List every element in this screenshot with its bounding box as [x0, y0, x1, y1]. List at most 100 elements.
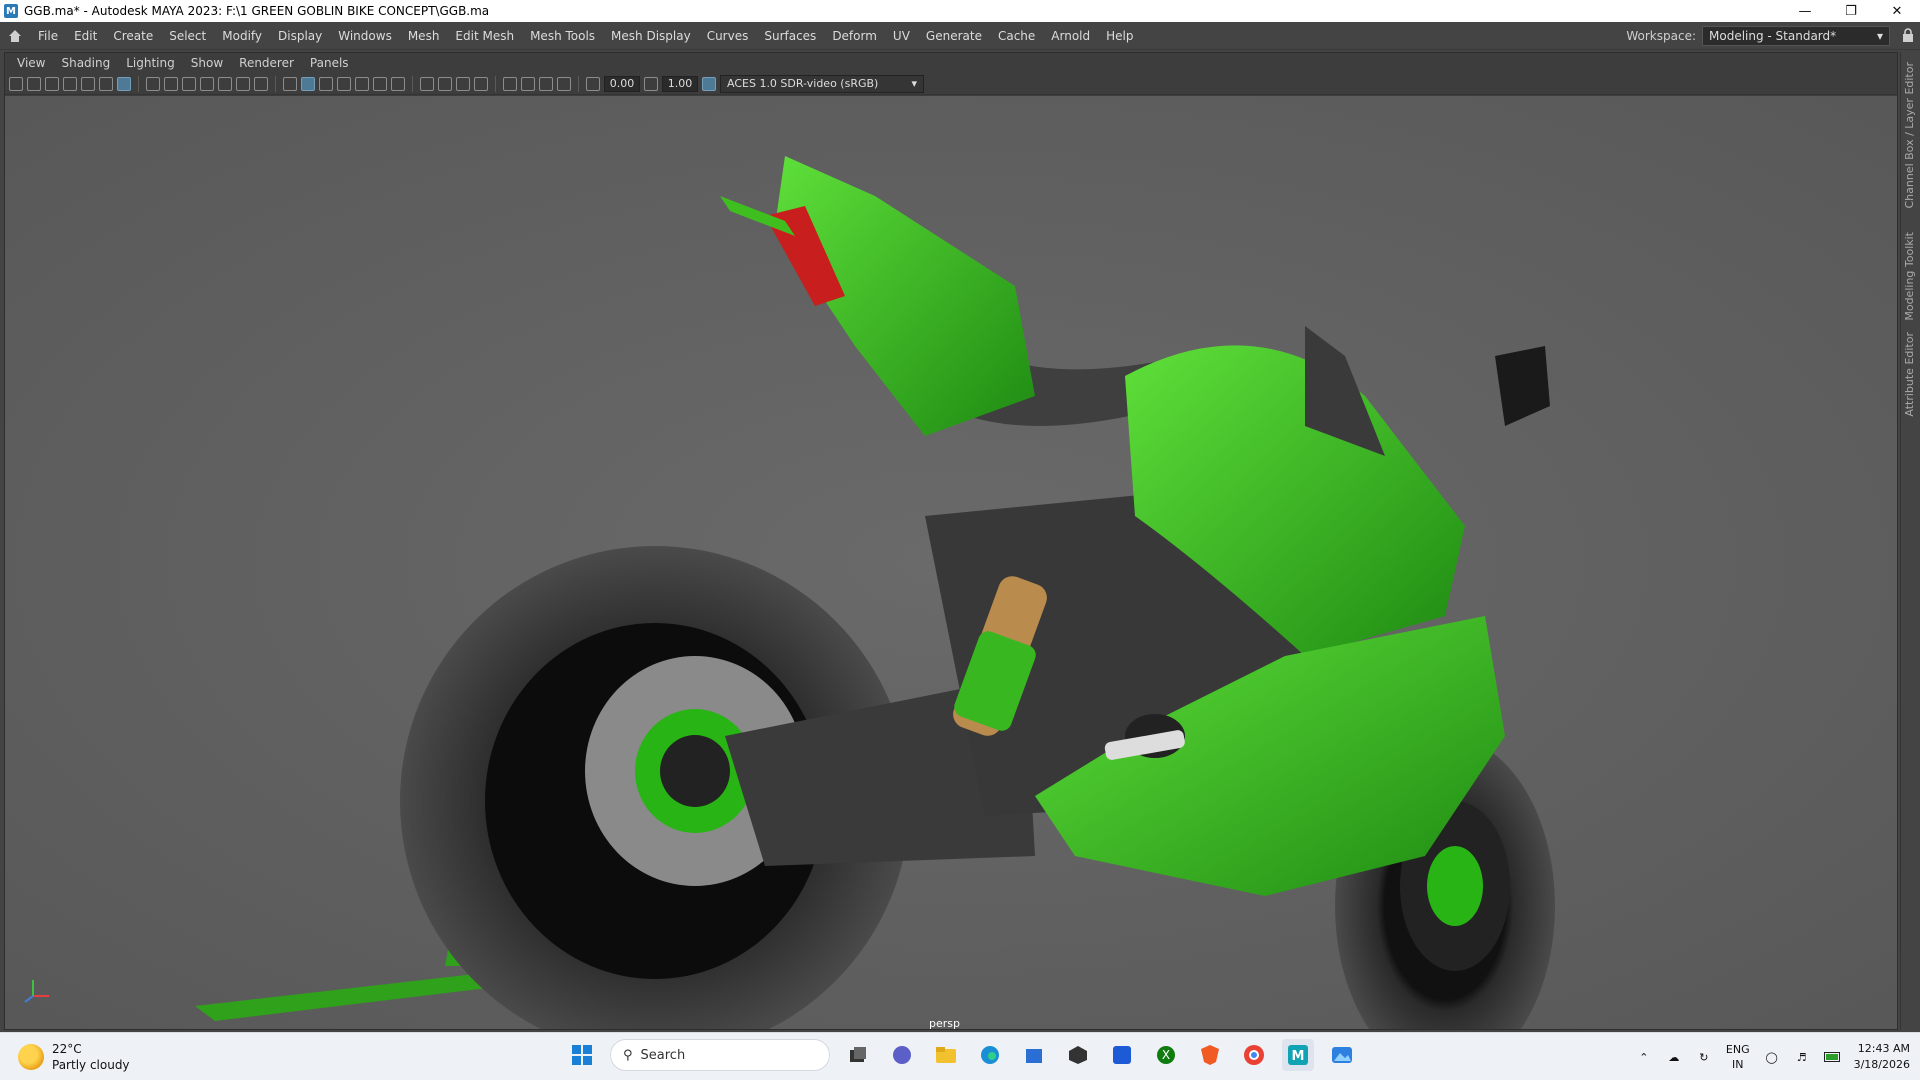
panel-menu-renderer[interactable]: Renderer [231, 56, 302, 70]
network-globe-icon[interactable]: ◯ [1764, 1049, 1780, 1065]
taskbar-search[interactable]: ⚲ Search [610, 1039, 830, 1071]
bookmark-icon[interactable] [63, 76, 77, 91]
menu-modify[interactable]: Modify [214, 22, 270, 50]
default-lighting-icon[interactable] [319, 76, 333, 91]
microsoft-store-icon[interactable] [1018, 1039, 1050, 1071]
ambient-occlusion-icon[interactable] [420, 76, 434, 91]
menu-mesh[interactable]: Mesh [400, 22, 448, 50]
title-bar: M GGB.ma* - Autodesk MAYA 2023: F:\1 GRE… [0, 0, 1920, 22]
safe-action-icon[interactable] [236, 76, 250, 91]
restore-icon[interactable]: ❐ [1828, 0, 1874, 22]
grease-pencil-icon[interactable] [117, 76, 131, 91]
photos-app-icon[interactable] [1326, 1039, 1358, 1071]
workspace-dropdown[interactable]: Modeling - Standard* ▾ [1702, 25, 1890, 46]
menu-edit[interactable]: Edit [66, 22, 105, 50]
menu-windows[interactable]: Windows [330, 22, 400, 50]
battery-icon[interactable] [1823, 1049, 1840, 1065]
gamma-field[interactable]: 1.00 [662, 75, 698, 92]
isolate-select-icon[interactable] [503, 76, 517, 91]
lock-icon[interactable] [1902, 28, 1914, 42]
panel-menu-lighting[interactable]: Lighting [118, 56, 183, 70]
3d-viewport[interactable] [5, 96, 1897, 1029]
menu-uv[interactable]: UV [885, 22, 918, 50]
camera-label: persp [929, 1017, 960, 1030]
maya-taskbar-icon[interactable]: M [1282, 1039, 1314, 1071]
select-camera-icon[interactable] [9, 76, 23, 91]
depth-of-field-icon[interactable] [474, 76, 488, 91]
color-management-icon[interactable] [702, 76, 716, 91]
anti-aliasing-icon[interactable] [456, 76, 470, 91]
film-gate-icon[interactable] [164, 76, 178, 91]
exposure-icon[interactable] [586, 76, 600, 91]
panel-menu-shading[interactable]: Shading [53, 56, 118, 70]
menu-file[interactable]: File [30, 22, 66, 50]
cloud-offline-icon[interactable]: ☁ [1666, 1049, 1682, 1065]
use-all-lights-icon[interactable] [373, 76, 387, 91]
textured-icon[interactable] [355, 76, 369, 91]
menu-cache[interactable]: Cache [990, 22, 1043, 50]
unity-icon[interactable] [1062, 1039, 1094, 1071]
resolution-gate-icon[interactable] [182, 76, 196, 91]
search-icon: ⚲ [623, 1047, 633, 1063]
image-plane-icon[interactable] [81, 76, 95, 91]
minimize-icon[interactable]: — [1782, 0, 1828, 22]
clock[interactable]: 12:43 AM 3/18/2026 [1854, 1041, 1910, 1073]
menu-display[interactable]: Display [270, 22, 330, 50]
xray-joints-icon[interactable] [539, 76, 553, 91]
xbox-icon[interactable]: X [1150, 1039, 1182, 1071]
menu-deform[interactable]: Deform [824, 22, 885, 50]
file-explorer-icon[interactable] [930, 1039, 962, 1071]
windows-start-icon[interactable] [566, 1039, 598, 1071]
volume-icon[interactable]: ♬ [1794, 1049, 1810, 1065]
exposure-field[interactable]: 0.00 [604, 75, 640, 92]
menu-edit-mesh[interactable]: Edit Mesh [447, 22, 522, 50]
gamma-icon[interactable] [644, 76, 658, 91]
menu-mesh-display[interactable]: Mesh Display [603, 22, 699, 50]
motion-blur-icon[interactable] [438, 76, 452, 91]
menu-help[interactable]: Help [1098, 22, 1141, 50]
backface-culling-icon[interactable] [557, 76, 571, 91]
gate-mask-icon[interactable] [200, 76, 214, 91]
chrome-browser-icon[interactable] [1238, 1039, 1270, 1071]
panel-menu-view[interactable]: View [9, 56, 53, 70]
tab-modeling-toolkit[interactable]: Modeling Toolkit [1903, 232, 1916, 321]
brave-browser-icon[interactable] [1194, 1039, 1226, 1071]
close-icon[interactable]: ✕ [1874, 0, 1920, 22]
weather-widget[interactable]: 22°C Partly cloudy [18, 1041, 130, 1073]
wireframe-on-shaded-icon[interactable] [337, 76, 351, 91]
edge-browser-icon[interactable] [974, 1039, 1006, 1071]
grid-icon[interactable] [146, 76, 160, 91]
smooth-shade-icon[interactable] [301, 76, 315, 91]
lock-camera-icon[interactable] [27, 76, 41, 91]
task-view-icon[interactable] [842, 1039, 874, 1071]
tab-attribute-editor[interactable]: Attribute Editor [1903, 332, 1916, 417]
language-indicator[interactable]: ENG IN [1726, 1042, 1750, 1072]
menu-surfaces[interactable]: Surfaces [756, 22, 824, 50]
color-space-value: ACES 1.0 SDR-video (sRGB) [727, 77, 879, 90]
menu-arnold[interactable]: Arnold [1043, 22, 1098, 50]
two-d-pan-zoom-icon[interactable] [99, 76, 113, 91]
xray-icon[interactable] [521, 76, 535, 91]
panel-menu-show[interactable]: Show [183, 56, 231, 70]
menu-create[interactable]: Create [105, 22, 161, 50]
teams-icon[interactable] [886, 1039, 918, 1071]
chevron-up-icon[interactable]: ⌃ [1636, 1049, 1652, 1065]
safe-title-icon[interactable] [254, 76, 268, 91]
menu-curves[interactable]: Curves [699, 22, 757, 50]
home-icon[interactable] [0, 22, 30, 50]
sync-icon[interactable]: ↻ [1696, 1049, 1712, 1065]
field-chart-icon[interactable] [218, 76, 232, 91]
menu-generate[interactable]: Generate [918, 22, 990, 50]
design-app-icon[interactable] [1106, 1039, 1138, 1071]
menu-select[interactable]: Select [161, 22, 214, 50]
menu-mesh-tools[interactable]: Mesh Tools [522, 22, 603, 50]
shadows-icon[interactable] [391, 76, 405, 91]
toolbar-divider [495, 75, 496, 92]
color-space-dropdown[interactable]: ACES 1.0 SDR-video (sRGB) ▾ [720, 74, 924, 93]
language-code: ENG [1725, 1043, 1750, 1056]
tab-channel-box[interactable]: Channel Box / Layer Editor [1903, 62, 1916, 209]
workspace-label: Workspace: [1626, 28, 1696, 43]
panel-menu-panels[interactable]: Panels [302, 56, 357, 70]
wireframe-icon[interactable] [283, 76, 297, 91]
camera-attributes-icon[interactable] [45, 76, 59, 91]
